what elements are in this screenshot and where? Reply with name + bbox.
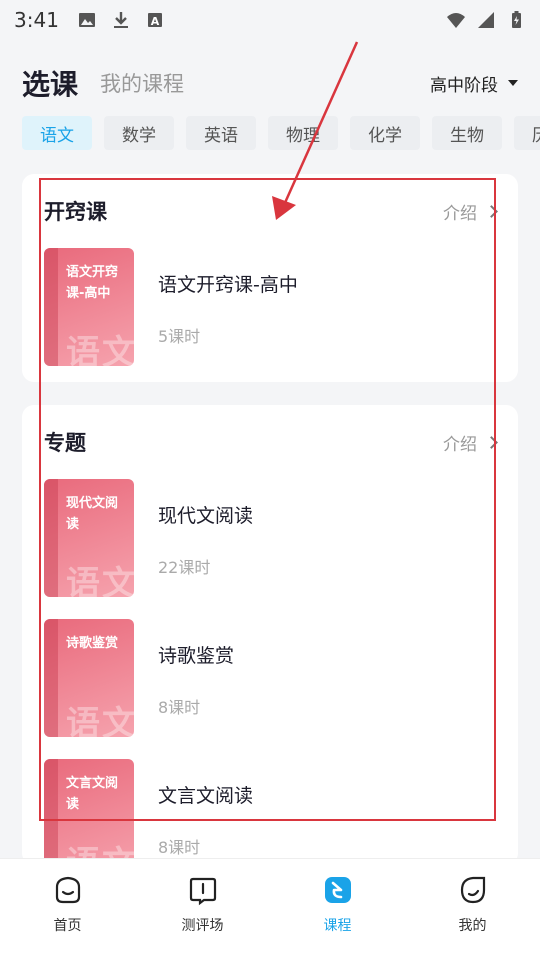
section-topics: 专题 介绍 现代文阅读 语文 现代文阅读 22课时 诗歌鉴赏 语文 诗歌鉴赏 8…	[22, 405, 518, 865]
course-cover: 语文开窍课-高中 语文	[44, 248, 134, 366]
section-intro-link[interactable]: 介绍	[443, 430, 498, 455]
battery-icon	[512, 11, 521, 28]
course-cover: 诗歌鉴赏 语文	[44, 619, 134, 737]
section-title: 专题	[44, 431, 86, 455]
course-lessons: 5课时	[158, 327, 201, 346]
section-enlighten: 开窍课 介绍 语文开窍课-高中 语文 语文开窍课-高中 5课时	[22, 174, 518, 382]
course-name: 现代文阅读	[158, 505, 254, 527]
subject-tab-chemistry[interactable]: 化学	[350, 116, 420, 150]
a-box-icon: A	[147, 13, 162, 28]
section-title: 开窍课	[44, 200, 107, 224]
subject-tab-english[interactable]: 英语	[186, 116, 256, 150]
my-courses-tab[interactable]: 我的课程	[100, 68, 184, 98]
status-bar: 3:41 A	[0, 0, 540, 40]
course-name: 诗歌鉴赏	[158, 645, 235, 667]
image-icon	[78, 13, 95, 27]
nav-home[interactable]: 首页	[0, 859, 135, 960]
subject-tabs: 语文 数学 英语 物理 化学 生物 历史	[22, 116, 540, 154]
nav-course[interactable]: 课程	[270, 859, 405, 960]
book-icon	[189, 877, 216, 906]
cover-watermark: 语文	[66, 333, 134, 366]
cover-watermark: 语文	[66, 564, 134, 597]
cover-title: 现代文阅读	[66, 496, 119, 532]
caret-down-icon	[508, 80, 518, 86]
course-icon	[324, 877, 351, 903]
course-lessons: 8课时	[158, 838, 201, 857]
section-intro-link[interactable]: 介绍	[443, 199, 498, 224]
course-item[interactable]: 诗歌鉴赏 语文 诗歌鉴赏 8课时	[22, 619, 518, 759]
bottom-nav: 首页 测评场 课程 我的	[0, 858, 540, 960]
course-info: 文言文阅读 8课时	[158, 759, 253, 858]
nav-course-label: 课程	[323, 918, 352, 934]
nav-profile-label: 我的	[458, 918, 487, 934]
course-info: 现代文阅读 22课时	[158, 479, 253, 578]
cover-title: 语文开窍课-高中	[66, 265, 119, 301]
section-intro-label: 介绍	[443, 203, 477, 224]
page-header: 选课 我的课程 高中阶段	[0, 58, 540, 108]
course-item[interactable]: 语文开窍课-高中 语文 语文开窍课-高中 5课时	[22, 248, 518, 388]
nav-home-label: 首页	[53, 918, 82, 934]
course-item[interactable]: 现代文阅读 语文 现代文阅读 22课时	[22, 479, 518, 619]
subject-tab-physics[interactable]: 物理	[268, 116, 338, 150]
course-cover: 现代文阅读 语文	[44, 479, 134, 597]
nav-assessment-label: 测评场	[181, 918, 224, 934]
page-title: 选课	[22, 68, 79, 101]
section-intro-label: 介绍	[443, 434, 477, 455]
course-name: 文言文阅读	[158, 785, 254, 807]
subject-tab-math[interactable]: 数学	[104, 116, 174, 150]
course-info: 诗歌鉴赏 8课时	[158, 619, 234, 718]
cover-watermark: 语文	[66, 704, 134, 737]
chevron-right-icon	[485, 204, 498, 218]
section-header: 开窍课 介绍	[22, 174, 518, 248]
section-header: 专题 介绍	[22, 405, 518, 479]
stage-select-label: 高中阶段	[430, 75, 498, 96]
course-item[interactable]: 文言文阅读 语文 文言文阅读 8课时	[22, 759, 518, 865]
cover-title: 诗歌鉴赏	[66, 636, 119, 651]
subject-tab-biology[interactable]: 生物	[432, 116, 502, 150]
course-lessons: 8课时	[158, 698, 201, 717]
wifi-icon	[447, 13, 465, 28]
status-time: 3:41	[14, 8, 59, 32]
course-lessons: 22课时	[158, 558, 211, 577]
profile-face-icon	[460, 876, 485, 904]
nav-assessment[interactable]: 测评场	[135, 859, 270, 960]
signal-icon	[478, 12, 494, 28]
subject-tab-chinese[interactable]: 语文	[22, 116, 92, 150]
cover-title: 文言文阅读	[66, 776, 119, 812]
course-info: 语文开窍课-高中 5课时	[158, 248, 298, 347]
subject-tab-history[interactable]: 历史	[514, 116, 540, 150]
stage-select[interactable]: 高中阶段	[430, 71, 518, 96]
svg-text:A: A	[151, 15, 160, 28]
nav-profile[interactable]: 我的	[405, 859, 540, 960]
course-name: 语文开窍课-高中	[158, 274, 298, 296]
home-face-icon	[55, 876, 80, 904]
chevron-right-icon	[485, 435, 498, 449]
course-cover: 文言文阅读 语文	[44, 759, 134, 865]
download-icon	[113, 12, 128, 28]
